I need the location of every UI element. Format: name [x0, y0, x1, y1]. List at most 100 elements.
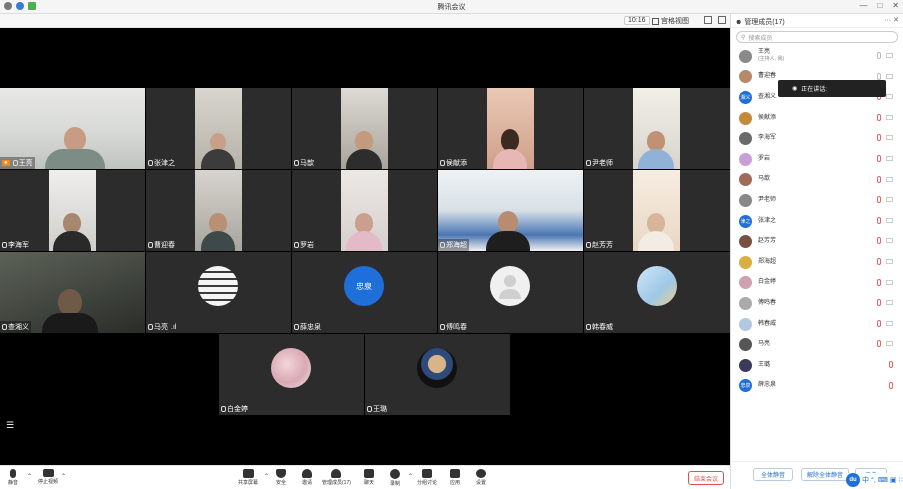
sidebar-toggle-icon[interactable]: [718, 16, 726, 24]
manage-members-button[interactable]: 管理成员(17): [322, 469, 351, 486]
ime-skin-icon[interactable]: ▣: [890, 476, 897, 484]
share-options-chevron-icon[interactable]: ⌃: [264, 473, 269, 480]
ime-toolbar[interactable]: du 中 °, ⌨ ▣ ∷: [846, 473, 903, 487]
ime-punctuation-icon[interactable]: °,: [871, 477, 876, 484]
video-tile[interactable]: 白金婷: [219, 334, 364, 415]
mute-all-button[interactable]: 全体静音: [753, 468, 793, 481]
video-tile[interactable]: 张津之: [146, 88, 291, 169]
stop-video-button[interactable]: 停止视频: [38, 469, 58, 485]
member-row[interactable]: 罗岩: [731, 149, 903, 170]
maximize-icon[interactable]: □: [877, 1, 882, 10]
camera-icon[interactable]: [886, 155, 893, 161]
breakout-rooms-button[interactable]: 分组讨论: [417, 469, 437, 486]
chat-button[interactable]: 聊天: [364, 469, 374, 486]
member-row[interactable]: 尹老师: [731, 190, 903, 211]
mic-muted-icon[interactable]: [877, 216, 881, 224]
mic-muted-icon[interactable]: [877, 340, 881, 348]
list-icon[interactable]: ☰: [6, 420, 14, 431]
security-button[interactable]: 安全: [276, 469, 286, 486]
camera-icon[interactable]: [886, 300, 893, 306]
camera-icon[interactable]: [886, 217, 893, 223]
camera-icon[interactable]: [886, 341, 893, 347]
video-tile[interactable]: 侯献添: [438, 88, 583, 169]
mic-muted-icon[interactable]: [889, 381, 893, 389]
chat-icon: [364, 469, 374, 478]
view-switch-button[interactable]: 宫格视图: [652, 16, 689, 26]
mic-muted-icon[interactable]: [877, 257, 881, 265]
video-tile[interactable]: 赵芳芳: [584, 170, 730, 251]
video-tile[interactable]: 罗岩: [292, 170, 437, 251]
mic-muted-icon[interactable]: [877, 113, 881, 121]
camera-icon[interactable]: [886, 258, 893, 264]
share-screen-button[interactable]: 共享屏幕: [238, 469, 258, 486]
video-options-chevron-icon[interactable]: ⌃: [61, 473, 66, 480]
video-tile[interactable]: 马亮 .ıl: [146, 252, 291, 333]
member-row[interactable]: 郑海超: [731, 252, 903, 273]
end-meeting-button[interactable]: 结束会议: [688, 471, 724, 485]
camera-icon[interactable]: [886, 176, 893, 182]
ime-language[interactable]: 中: [862, 475, 869, 485]
camera-icon[interactable]: [886, 94, 893, 100]
minimize-icon[interactable]: —: [859, 1, 867, 10]
video-tile[interactable]: 曹迎春: [146, 170, 291, 251]
member-row[interactable]: 马亮: [731, 334, 903, 355]
video-tile[interactable]: 韩春威: [584, 252, 730, 333]
fullscreen-icon[interactable]: [704, 16, 712, 24]
search-placeholder: 搜索成员: [748, 35, 773, 42]
camera-icon[interactable]: [886, 114, 893, 120]
mic-options-chevron-icon[interactable]: ⌃: [27, 473, 32, 480]
member-row[interactable]: 津之 张津之: [731, 211, 903, 232]
mic-muted-icon[interactable]: [877, 134, 881, 142]
close-icon[interactable]: ✕: [892, 1, 899, 10]
camera-icon[interactable]: [886, 320, 893, 326]
invite-button[interactable]: 邀请: [302, 469, 312, 486]
camera-icon[interactable]: [886, 73, 893, 79]
member-search-input[interactable]: ⚲ 搜索成员: [736, 31, 898, 43]
ime-grid-icon[interactable]: ∷: [899, 476, 903, 484]
unmute-all-button[interactable]: 解除全体静音: [801, 468, 849, 481]
record-button[interactable]: 录制: [390, 469, 400, 487]
video-tile[interactable]: 王璐: [365, 334, 510, 415]
mic-muted-icon[interactable]: [877, 175, 881, 183]
mic-icon[interactable]: [877, 52, 881, 59]
member-row[interactable]: 王亮 (主持人, 我): [731, 46, 903, 67]
member-row[interactable]: 忠泉 薛忠泉: [731, 376, 903, 397]
member-row[interactable]: 侯献添: [731, 108, 903, 129]
mic-muted-icon[interactable]: [877, 154, 881, 162]
record-options-chevron-icon[interactable]: ⌃: [408, 473, 413, 480]
mic-muted-icon[interactable]: [877, 237, 881, 245]
mic-muted-icon[interactable]: [877, 299, 881, 307]
video-tile[interactable]: 马歆: [292, 88, 437, 169]
video-tile[interactable]: 傅鸣春: [438, 252, 583, 333]
mic-muted-icon[interactable]: [877, 319, 881, 327]
member-row[interactable]: 傅鸣春: [731, 293, 903, 314]
apps-button[interactable]: 应用: [450, 469, 460, 486]
member-row[interactable]: 李海军: [731, 128, 903, 149]
member-row[interactable]: 王璐: [731, 355, 903, 376]
video-tile[interactable]: 查湘义: [0, 252, 145, 333]
video-tile[interactable]: 郑海超: [438, 170, 583, 251]
camera-icon[interactable]: [886, 279, 893, 285]
settings-button[interactable]: 设置: [476, 469, 486, 486]
mic-muted-icon[interactable]: [889, 360, 893, 368]
member-row[interactable]: 马歆: [731, 170, 903, 191]
member-row[interactable]: 韩春威: [731, 314, 903, 335]
video-tile[interactable]: 忠泉 薛忠泉: [292, 252, 437, 333]
camera-icon[interactable]: [886, 53, 893, 58]
video-tile[interactable]: ● 王亮: [0, 88, 145, 169]
camera-icon[interactable]: [886, 197, 893, 203]
mute-button[interactable]: 静音: [8, 469, 18, 486]
member-row[interactable]: 赵芳芳: [731, 231, 903, 252]
mic-icon[interactable]: [877, 72, 881, 80]
ime-keyboard-icon[interactable]: ⌨: [878, 476, 888, 484]
mic-muted-icon[interactable]: [877, 196, 881, 204]
panel-close-icon[interactable]: ··· ✕: [884, 16, 899, 24]
camera-icon[interactable]: [886, 135, 893, 141]
member-row[interactable]: 白金婷: [731, 273, 903, 294]
member-name: 张津之: [758, 217, 777, 224]
video-tile[interactable]: 李海军: [0, 170, 145, 251]
camera-icon[interactable]: [886, 238, 893, 244]
default-avatar-icon: [490, 266, 530, 306]
mic-muted-icon[interactable]: [877, 278, 881, 286]
video-tile[interactable]: 尹老师: [584, 88, 730, 169]
